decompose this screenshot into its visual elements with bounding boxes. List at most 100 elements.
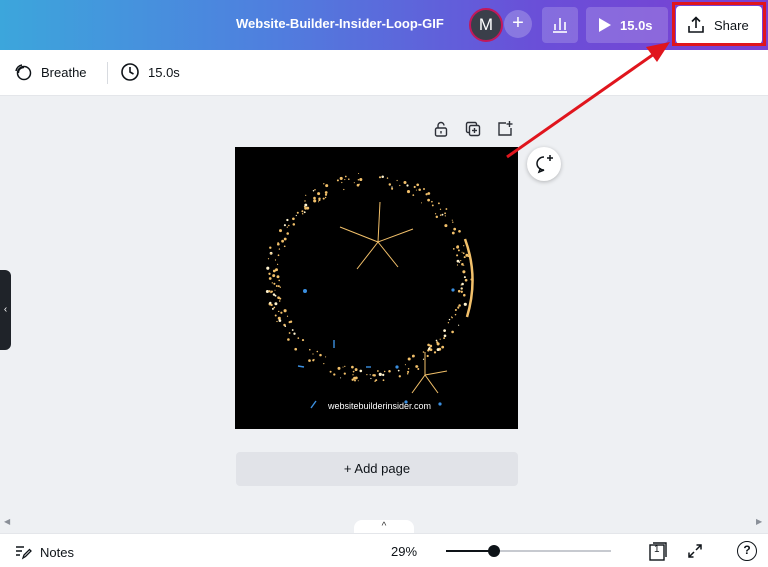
- sparkle-dot: [444, 224, 448, 228]
- sparkle-dot: [413, 185, 416, 189]
- add-page-button[interactable]: + Add page: [236, 452, 518, 486]
- sparkle-dot: [344, 179, 346, 181]
- sparkle-dot: [458, 229, 461, 233]
- sparkle-dot: [462, 252, 465, 255]
- sparkle-dot: [283, 224, 286, 227]
- page-count: 1: [654, 544, 660, 555]
- sparkle-dot: [451, 330, 454, 334]
- sparkle-dot: [403, 180, 407, 185]
- sparkle-dot: [376, 370, 379, 372]
- sparkle-dot: [439, 214, 442, 216]
- sparkle-dot: [336, 179, 339, 182]
- sparkle-dot: [456, 254, 459, 257]
- breathe-icon: [15, 64, 32, 81]
- fullscreen-icon[interactable]: [686, 542, 704, 560]
- duration-button[interactable]: 15.0s: [120, 62, 180, 82]
- sparkle-dot: [283, 237, 287, 241]
- sparkle-dot: [319, 353, 322, 357]
- sparkle-dot: [451, 231, 455, 235]
- lock-icon[interactable]: [432, 120, 450, 138]
- add-comment-button[interactable]: [527, 147, 561, 181]
- duration-label: 15.0s: [148, 64, 180, 80]
- sparkle-dot: [378, 372, 382, 376]
- sparkle-dot: [278, 319, 282, 322]
- sparkle-dot: [456, 245, 460, 248]
- sparkle-dot: [399, 184, 401, 187]
- insights-button[interactable]: [542, 7, 578, 43]
- notes-button[interactable]: Notes: [14, 543, 74, 561]
- sparkle-dot: [439, 338, 441, 340]
- zoom-value[interactable]: 29%: [391, 544, 417, 559]
- sparkle-dot: [352, 374, 354, 376]
- sparkle-dot: [283, 309, 287, 313]
- duplicate-icon[interactable]: [464, 120, 482, 138]
- sparkle-dot: [267, 258, 270, 260]
- zoom-slider[interactable]: [446, 545, 611, 557]
- sparkle-dot: [436, 348, 440, 352]
- sparkle-dot: [274, 302, 278, 306]
- sparkle-dot: [281, 239, 284, 243]
- sparkle-dot: [277, 296, 280, 300]
- sparkle-dot: [463, 276, 466, 279]
- sparkle-dot: [279, 229, 282, 233]
- help-button[interactable]: ?: [737, 541, 757, 561]
- sparkle-dot: [452, 248, 455, 250]
- sparkle-dot: [398, 375, 401, 378]
- sparkle-dot: [268, 272, 271, 275]
- sparkle-dot: [276, 263, 279, 266]
- sparkle-dot: [274, 259, 277, 261]
- sparkle-dot: [464, 278, 468, 282]
- design-canvas[interactable]: websitebuilderinsider.com: [235, 147, 518, 429]
- sparkle-dot: [269, 246, 272, 249]
- sparkle-dot: [289, 320, 293, 323]
- sparkle-dot: [348, 178, 350, 180]
- add-page-icon[interactable]: [496, 120, 514, 138]
- sparkle-dot: [429, 348, 433, 352]
- sparkle-dot: [445, 208, 448, 210]
- sparkle-dot: [304, 203, 308, 207]
- sparkle-dot: [463, 264, 465, 267]
- zoom-slider-fill: [446, 550, 494, 552]
- sparkle-dot: [286, 315, 289, 317]
- sparkle-dot: [312, 189, 315, 192]
- sparkle-dot: [304, 200, 306, 202]
- sparkle-dot: [456, 264, 459, 266]
- sparkle-dot: [266, 266, 270, 270]
- side-panel-toggle[interactable]: ‹: [0, 270, 11, 350]
- sparkle-dot: [353, 376, 356, 380]
- play-button[interactable]: 15.0s: [586, 7, 668, 43]
- document-title[interactable]: Website-Builder-Insider-Loop-GIF: [236, 16, 444, 31]
- sparkle-dot: [386, 177, 389, 179]
- sparkle-dot: [382, 379, 385, 382]
- sparkle-dot: [276, 320, 278, 323]
- expand-pages-button[interactable]: ^: [354, 520, 414, 534]
- animation-button[interactable]: Breathe: [13, 62, 87, 82]
- scroll-right-icon[interactable]: ▶: [756, 517, 762, 526]
- sparkle-dot: [370, 377, 372, 380]
- sparkle-dot: [412, 194, 415, 196]
- sparkle-dot: [460, 290, 463, 293]
- sparkle-dot: [284, 325, 287, 327]
- sparkle-dot: [461, 263, 464, 266]
- sparkle-dot: [276, 275, 280, 279]
- zoom-slider-thumb[interactable]: [487, 545, 500, 557]
- sparkle-dot: [422, 358, 425, 360]
- sparkle-dot: [354, 368, 358, 372]
- sparkle-dot: [274, 314, 277, 317]
- sparkle-dot: [339, 176, 343, 180]
- sparkle-dot: [268, 277, 272, 280]
- sparkle-dot: [325, 356, 327, 358]
- sparkle-dot: [357, 380, 359, 382]
- sparkle-dot: [425, 193, 428, 196]
- sparkle-dot: [444, 215, 446, 217]
- page-tools: [432, 120, 514, 138]
- play-duration: 15.0s: [620, 17, 653, 33]
- scroll-left-icon[interactable]: ◀: [4, 517, 10, 526]
- sparkle-dot: [343, 188, 345, 191]
- sparkle-dot: [292, 223, 296, 226]
- sparkle-dot: [462, 270, 466, 274]
- sparkle-dot: [329, 370, 332, 373]
- user-avatar[interactable]: M: [469, 8, 503, 42]
- page-count-button[interactable]: 1: [648, 541, 668, 561]
- add-collaborator-button[interactable]: +: [504, 10, 532, 38]
